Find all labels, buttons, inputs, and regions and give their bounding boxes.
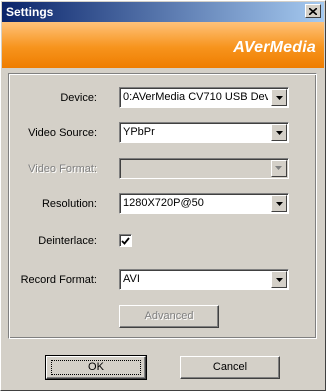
window-title: Settings <box>6 5 54 19</box>
device-value: 0:AVerMedia CV710 USB Device <box>123 91 268 103</box>
device-select[interactable]: 0:AVerMedia CV710 USB Device <box>119 87 289 108</box>
resolution-value: 1280X720P@50 <box>123 197 204 209</box>
deinterlace-label: Deinterlace: <box>38 235 97 247</box>
check-icon <box>121 236 130 245</box>
video-source-select[interactable]: YPbPr <box>119 122 289 143</box>
chevron-down-icon <box>275 95 283 100</box>
chevron-down-icon <box>275 201 283 206</box>
chevron-down-icon <box>275 277 283 282</box>
brand-banner: AVerMedia <box>2 22 324 68</box>
video-source-dropdown-button[interactable] <box>271 124 287 141</box>
video-source-label: Video Source: <box>28 127 97 139</box>
advanced-button: Advanced <box>119 305 219 328</box>
advanced-button-label: Advanced <box>144 310 194 322</box>
record-format-value: AVI <box>123 273 140 285</box>
record-format-label: Record Format: <box>20 274 97 286</box>
deinterlace-checkbox[interactable] <box>119 234 132 247</box>
cancel-button[interactable]: Cancel <box>180 356 280 379</box>
close-icon <box>309 7 317 15</box>
chevron-down-icon <box>275 130 283 135</box>
video-format-label: Video Format: <box>28 163 97 175</box>
record-format-select[interactable]: AVI <box>119 269 289 290</box>
video-format-dropdown-button <box>271 160 287 177</box>
ok-button[interactable]: OK <box>45 355 147 380</box>
resolution-label: Resolution: <box>41 198 97 210</box>
resolution-dropdown-button[interactable] <box>271 195 287 212</box>
chevron-down-icon <box>275 166 282 170</box>
title-bar[interactable]: Settings <box>2 2 324 22</box>
focus-ring <box>51 360 141 375</box>
record-format-dropdown-button[interactable] <box>271 271 287 288</box>
settings-dialog: Settings AVerMedia Device: 0:AVerMedia C… <box>0 0 326 391</box>
brand-logo: AVerMedia <box>233 39 316 56</box>
close-button[interactable] <box>305 4 321 18</box>
device-dropdown-button[interactable] <box>271 89 287 106</box>
video-source-value: YPbPr <box>123 126 155 138</box>
video-format-select <box>119 158 289 179</box>
resolution-select[interactable]: 1280X720P@50 <box>119 193 289 214</box>
device-label: Device: <box>60 92 97 104</box>
cancel-button-label: Cancel <box>212 361 248 373</box>
